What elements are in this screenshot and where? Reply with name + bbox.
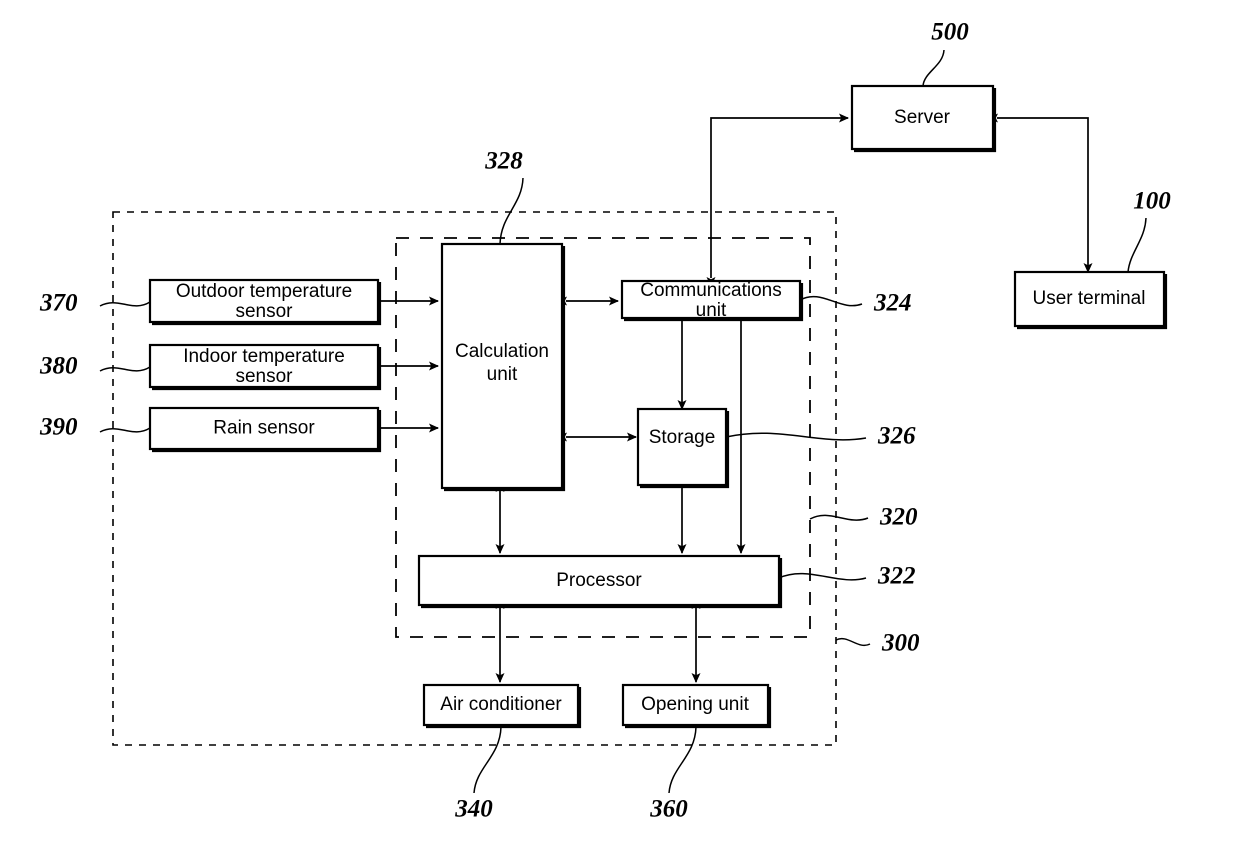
indoor-temperature-sensor-block[interactable]: Indoor temperature sensor xyxy=(148,343,382,391)
connector-communications-to-server xyxy=(706,113,849,287)
outdoor-temperature-sensor-block[interactable]: Outdoor temperature sensor xyxy=(148,278,382,326)
communications-unit-label-line1: Communications xyxy=(640,280,782,301)
air-conditioner-block[interactable]: Air conditioner xyxy=(422,683,582,729)
reference-328-label: 328 xyxy=(484,148,523,175)
reference-500: 500 xyxy=(922,19,969,87)
reference-380-label: 380 xyxy=(39,353,78,380)
reference-340-label: 340 xyxy=(454,796,493,823)
processor-block[interactable]: Processor xyxy=(417,554,783,609)
reference-370-label: 370 xyxy=(39,290,78,317)
reference-390: 390 xyxy=(39,414,151,441)
user-terminal-label: User terminal xyxy=(1033,288,1146,309)
reference-500-label: 500 xyxy=(931,19,969,46)
indoor-temperature-sensor-label-line1: Indoor temperature xyxy=(183,346,345,367)
reference-370: 370 xyxy=(39,290,151,317)
rain-sensor-block[interactable]: Rain sensor xyxy=(148,406,382,453)
reference-340: 340 xyxy=(454,726,502,823)
reference-328: 328 xyxy=(484,148,524,245)
reference-324: 324 xyxy=(799,290,912,317)
air-conditioner-label: Air conditioner xyxy=(440,694,562,715)
reference-360: 360 xyxy=(649,726,697,823)
reference-390-label: 390 xyxy=(39,414,78,441)
user-terminal-block[interactable]: User terminal xyxy=(1013,270,1168,330)
communications-unit-label-line2: unit xyxy=(696,300,727,321)
patent-figure: Outdoor temperature sensor Indoor temper… xyxy=(0,0,1240,858)
processor-label: Processor xyxy=(556,570,642,591)
reference-380: 380 xyxy=(39,353,151,380)
reference-322-label: 322 xyxy=(877,563,916,590)
outdoor-temperature-sensor-label-line1: Outdoor temperature xyxy=(176,281,352,302)
reference-324-label: 324 xyxy=(873,290,912,317)
rain-sensor-label: Rain sensor xyxy=(213,418,315,439)
reference-300: 300 xyxy=(835,630,920,657)
communications-unit-block[interactable]: Communications unit xyxy=(620,279,804,322)
reference-320-label: 320 xyxy=(879,504,918,531)
outdoor-temperature-sensor-label-line2: sensor xyxy=(235,301,293,322)
calculation-unit-label-line1: Calculation xyxy=(455,341,549,362)
server-label: Server xyxy=(894,107,951,128)
storage-block[interactable]: Storage xyxy=(636,407,730,489)
reference-100: 100 xyxy=(1127,188,1171,273)
storage-label: Storage xyxy=(649,427,716,448)
connector-server-to-user-terminal xyxy=(988,113,1093,273)
server-block[interactable]: Server xyxy=(850,84,997,153)
reference-360-label: 360 xyxy=(649,796,688,823)
reference-326-label: 326 xyxy=(877,423,916,450)
indoor-temperature-sensor-label-line2: sensor xyxy=(235,366,293,387)
opening-unit-label: Opening unit xyxy=(641,694,749,715)
reference-100-label: 100 xyxy=(1133,188,1171,215)
reference-320: 320 xyxy=(809,504,918,531)
calculation-unit-block[interactable]: Calculation unit xyxy=(440,242,566,492)
opening-unit-block[interactable]: Opening unit xyxy=(621,683,772,729)
calculation-unit-label-line2: unit xyxy=(487,364,518,385)
reference-322: 322 xyxy=(778,563,916,590)
reference-326: 326 xyxy=(725,423,916,450)
reference-300-label: 300 xyxy=(881,630,920,657)
